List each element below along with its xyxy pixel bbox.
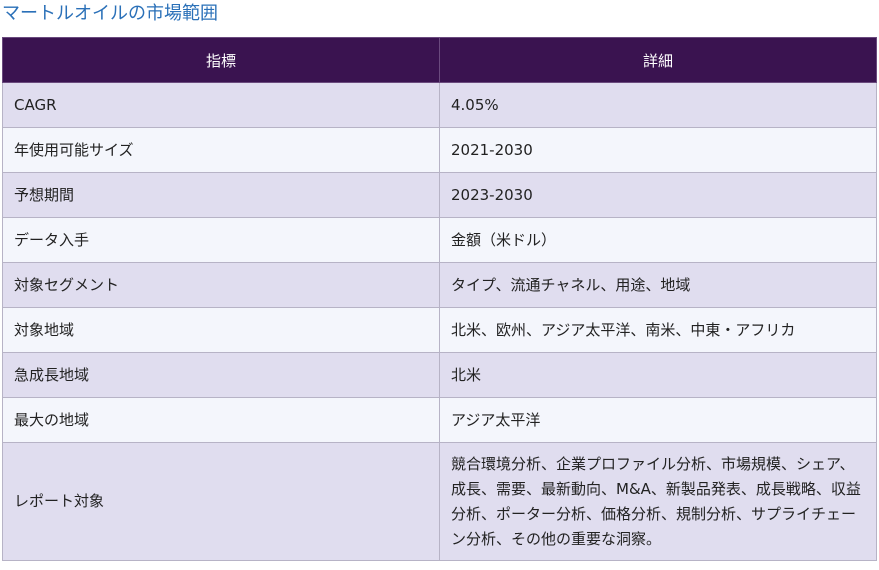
metric-cell: CAGR xyxy=(2,82,440,128)
metric-cell: 急成長地域 xyxy=(2,352,440,398)
table-row: CAGR 4.05% xyxy=(2,82,877,128)
column-header-metric: 指標 xyxy=(2,37,440,83)
detail-cell: 2023-2030 xyxy=(439,172,877,218)
metric-cell: 最大の地域 xyxy=(2,397,440,443)
metric-cell: 対象セグメント xyxy=(2,262,440,308)
detail-cell: 金額（米ドル） xyxy=(439,217,877,263)
table-row: レポート対象 競合環境分析、企業プロファイル分析、市場規模、シェア、成長、需要、… xyxy=(2,442,877,561)
table-row: データ入手 金額（米ドル） xyxy=(2,217,877,263)
metric-cell: 予想期間 xyxy=(2,172,440,218)
table-row: 急成長地域 北米 xyxy=(2,352,877,398)
detail-cell: 北米 xyxy=(439,352,877,398)
page: マートルオイルの市場範囲 指標 詳細 CAGR 4.05% 年使用可能サイズ 2… xyxy=(0,0,879,570)
metric-cell: データ入手 xyxy=(2,217,440,263)
table-header-row: 指標 詳細 xyxy=(2,37,877,83)
table-row: 年使用可能サイズ 2021-2030 xyxy=(2,127,877,173)
page-title: マートルオイルの市場範囲 xyxy=(2,3,218,24)
detail-cell: 北米、欧州、アジア太平洋、南米、中東・アフリカ xyxy=(439,307,877,353)
detail-cell: 4.05% xyxy=(439,82,877,128)
column-header-detail: 詳細 xyxy=(439,37,877,83)
detail-cell: 競合環境分析、企業プロファイル分析、市場規模、シェア、成長、需要、最新動向、M&… xyxy=(439,442,877,561)
table-row: 予想期間 2023-2030 xyxy=(2,172,877,218)
metric-cell: 対象地域 xyxy=(2,307,440,353)
table-row: 最大の地域 アジア太平洋 xyxy=(2,397,877,443)
market-scope-table: 指標 詳細 CAGR 4.05% 年使用可能サイズ 2021-2030 予想期間… xyxy=(2,37,877,561)
detail-cell: 2021-2030 xyxy=(439,127,877,173)
detail-cell: タイプ、流通チャネル、用途、地域 xyxy=(439,262,877,308)
metric-cell: レポート対象 xyxy=(2,442,440,561)
detail-cell: アジア太平洋 xyxy=(439,397,877,443)
metric-cell: 年使用可能サイズ xyxy=(2,127,440,173)
table-row: 対象セグメント タイプ、流通チャネル、用途、地域 xyxy=(2,262,877,308)
table-row: 対象地域 北米、欧州、アジア太平洋、南米、中東・アフリカ xyxy=(2,307,877,353)
